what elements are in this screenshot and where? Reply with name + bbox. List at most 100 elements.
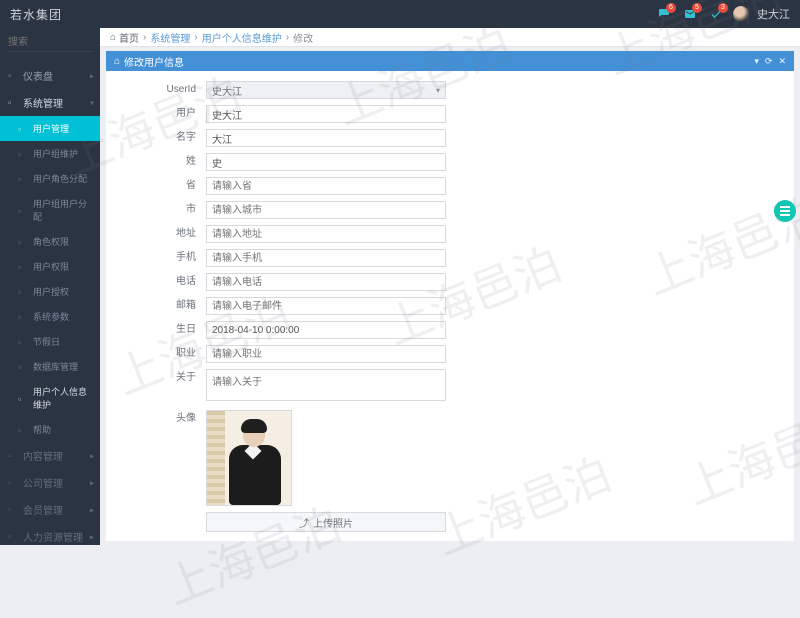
sidebar-item-role-auth[interactable]: ▫角色权限 <box>0 229 100 254</box>
province-input[interactable] <box>206 177 446 195</box>
nav: ▫仪表盘▸ ▫ 系统管理 ▾ ▫ 用户管理 ▫ 用户组维护 ▫ 用户角色分配 ▫ 用户组用户分配 ▫角色… <box>0 62 100 545</box>
nav-icon: ▫ <box>8 532 17 541</box>
sidebar-item-hr[interactable]: ▫ 人力资源管理 ▸ <box>0 523 100 545</box>
nav-icon: ▫ <box>18 149 27 158</box>
label-user: 用户 <box>120 105 206 123</box>
label-phone: 电话 <box>120 273 206 291</box>
nav-label: 用户个人信息维护 <box>33 385 92 411</box>
menu-icon <box>780 210 790 212</box>
upload-button[interactable]: ⤴ 上传照片 <box>206 512 446 532</box>
sidebar-item-festival[interactable]: ▫节假日 <box>0 329 100 354</box>
label-email: 邮箱 <box>120 297 206 315</box>
sidebar-item-sys-param[interactable]: ▫ 系统参数 <box>0 304 100 329</box>
panel-head: ⌂ 修改用户信息 ▾ ⟳ ✕ <box>106 51 794 71</box>
nav-label: 会员管理 <box>23 502 63 517</box>
nav-label: 人力资源管理 <box>23 529 83 544</box>
breadcrumb-current: 修改 <box>293 30 313 45</box>
chevron-icon: ▸ <box>90 505 94 514</box>
breadcrumb-home[interactable]: ⌂ 首页 <box>110 30 139 45</box>
username[interactable]: 史大江 <box>757 6 790 22</box>
close-icon[interactable]: ✕ <box>778 56 786 67</box>
sidebar-item-system[interactable]: ▫系统管理▾ <box>0 89 100 116</box>
nav-label: 系统参数 <box>33 310 69 323</box>
nav-icon: ▫ <box>18 174 27 183</box>
sidebar-item-user-group-alloc[interactable]: ▫ 用户组用户分配 <box>0 191 100 229</box>
chevron-icon: ▾ <box>90 98 94 107</box>
sidebar-item-user-mgmt[interactable]: ▫ 用户管理 <box>0 116 100 141</box>
nav-label: 帮助 <box>33 423 51 436</box>
collapse-icon[interactable]: ▾ <box>754 56 759 67</box>
sidebar-item-company[interactable]: ▫ 公司管理 ▸ <box>0 469 100 496</box>
phone-input[interactable] <box>206 273 446 291</box>
sidebar-item-user-profile[interactable]: ▫用户个人信息维护 <box>0 379 100 417</box>
sidebar-item-content[interactable]: ▫内容管理▸ <box>0 442 100 469</box>
nav-label: 用户组用户分配 <box>33 197 92 223</box>
about-textarea[interactable] <box>206 369 446 401</box>
label-lastname: 姓 <box>120 153 206 171</box>
nav-label: 公司管理 <box>23 475 63 490</box>
nav-icon: ▫ <box>18 262 27 271</box>
avatar-icon[interactable] <box>733 6 749 22</box>
label-avatar: 头像 <box>120 410 206 428</box>
label-address: 地址 <box>120 225 206 243</box>
nav-icon: ▫ <box>18 124 27 133</box>
sidebar-item-usergroup[interactable]: ▫ 用户组维护 <box>0 141 100 166</box>
notif-mail-icon[interactable]: 5 <box>681 5 699 23</box>
city-input[interactable] <box>206 201 446 219</box>
search-input[interactable] <box>8 34 92 52</box>
home-icon: ⌂ <box>114 56 120 67</box>
panel-title: 修改用户信息 <box>124 54 184 69</box>
sidebar-item-db-mgmt[interactable]: ▫ 数据库管理 <box>0 354 100 379</box>
badge: 6 <box>666 3 676 13</box>
breadcrumb-link[interactable]: 系统管理 <box>150 30 190 45</box>
birthday-input[interactable] <box>206 321 446 339</box>
chevron-icon: ▸ <box>90 478 94 487</box>
lastname-input[interactable] <box>206 153 446 171</box>
firstname-input[interactable] <box>206 129 446 147</box>
nav-icon: ▫ <box>8 451 17 460</box>
nav-icon: ▫ <box>18 206 27 215</box>
nav-label: 数据库管理 <box>33 360 78 373</box>
mobile-input[interactable] <box>206 249 446 267</box>
job-input[interactable] <box>206 345 446 363</box>
breadcrumb-link[interactable]: 用户个人信息维护 <box>202 30 282 45</box>
nav-label: 用户授权 <box>33 285 69 298</box>
label-firstname: 名字 <box>120 129 206 147</box>
refresh-icon[interactable]: ⟳ <box>765 56 773 67</box>
panel-body: UserId 史大江▾ 用户 名字 姓 省 市 地址 手机 电话 <box>106 71 794 541</box>
badge: 5 <box>692 3 702 13</box>
nav-icon: ▫ <box>18 337 27 346</box>
sidebar-item-user-auth[interactable]: ▫用户权限 <box>0 254 100 279</box>
nav-label: 用户角色分配 <box>33 172 87 185</box>
nav-label: 用户组维护 <box>33 147 78 160</box>
label-city: 市 <box>120 201 206 219</box>
brand-name: 若水集团 <box>10 6 62 23</box>
sidebar-item-user-perm[interactable]: ▫用户授权 <box>0 279 100 304</box>
sidebar-item-user-alloc[interactable]: ▫ 用户角色分配 <box>0 166 100 191</box>
notif-comment-icon[interactable]: 6 <box>655 5 673 23</box>
sidebar-item-help[interactable]: ▫帮助 <box>0 417 100 442</box>
nav-label: 用户管理 <box>33 122 69 135</box>
user-input[interactable] <box>206 105 446 123</box>
nav-icon: ▫ <box>18 237 27 246</box>
notif-task-icon[interactable]: 3 <box>707 5 725 23</box>
badge: 3 <box>718 3 728 13</box>
panel: ⌂修改用户信息 ▾ ⟳ ✕ UserId 史大江▾ 用户 名字 姓 省 <box>106 51 794 541</box>
topbar: 若水集团 6 5 3 史大江 <box>0 0 800 28</box>
nav-icon: ▫ <box>18 312 27 321</box>
address-input[interactable] <box>206 225 446 243</box>
chevron-icon: ▸ <box>90 532 94 541</box>
email-input[interactable] <box>206 297 446 315</box>
chevron-icon: ▸ <box>90 71 94 80</box>
nav-label: 内容管理 <box>23 448 63 463</box>
label-job: 职业 <box>120 345 206 363</box>
sidebar-item-dashboard[interactable]: ▫仪表盘▸ <box>0 62 100 89</box>
floating-menu-button[interactable] <box>774 200 796 222</box>
main: ⌂ 首页 ›系统管理 ›用户个人信息维护 ›修改 ⌂修改用户信息 ▾ ⟳ ✕ U… <box>100 28 800 545</box>
sidebar-item-member[interactable]: ▫会员管理▸ <box>0 496 100 523</box>
userid-select[interactable]: 史大江▾ <box>206 81 446 99</box>
avatar-image <box>206 410 292 506</box>
nav-label: 系统管理 <box>23 95 63 110</box>
nav-icon: ▫ <box>8 478 17 487</box>
nav-icon: ▫ <box>18 362 27 371</box>
